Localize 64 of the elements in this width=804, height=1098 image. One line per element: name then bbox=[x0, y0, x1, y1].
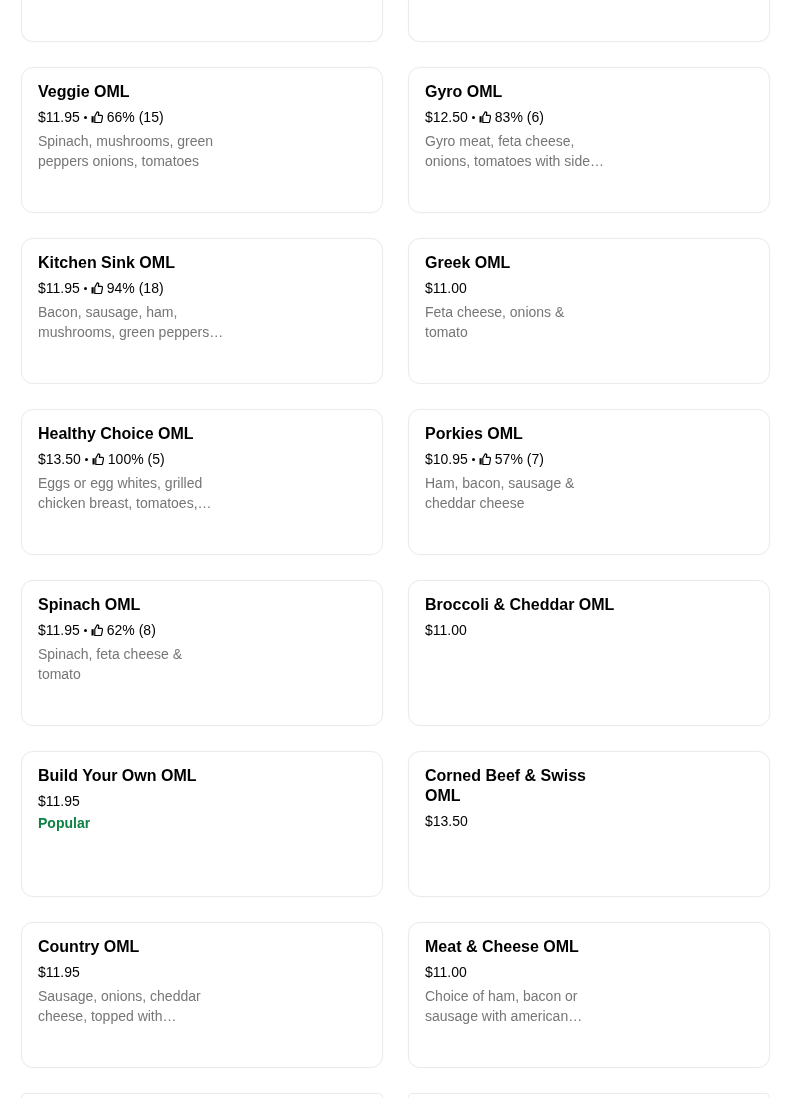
item-title: Build Your Own OML bbox=[38, 766, 198, 786]
item-price: $11.00 bbox=[425, 279, 467, 298]
thumbs-up-icon bbox=[90, 282, 103, 294]
thumbs-up-icon bbox=[91, 453, 104, 465]
item-price: $13.50 bbox=[38, 450, 81, 469]
menu-item-card[interactable]: Kitchen Sink OML $11.95 94% (18) Bacon, sausage, ham, mushrooms, green peppers… bbox=[21, 238, 383, 384]
item-price: $11.95 bbox=[38, 279, 80, 298]
item-price: $13.50 bbox=[425, 812, 468, 831]
menu-item-card[interactable]: Broccoli & Cheddar OML $11.00 bbox=[408, 580, 770, 726]
rating-text: 62% (8) bbox=[106, 621, 156, 640]
item-price: $12.50 bbox=[425, 108, 468, 127]
item-description: Ham, bacon, sausage & cheddar cheese bbox=[425, 474, 576, 513]
item-title: Veggie OML bbox=[38, 82, 131, 102]
thumbs-up-icon bbox=[478, 453, 491, 465]
separator-dot-icon bbox=[83, 115, 87, 119]
menu-item-card[interactable]: Gyro OML $12.50 83% (6) Gyro meat, feta cheese, onions, tomatoes with side… bbox=[408, 67, 770, 213]
menu-item-card[interactable]: Healthy Choice OML $13.50 100% (5) Eggs or egg whites, grilled chicken breast, tomatoes,… bbox=[21, 409, 383, 555]
item-description: Eggs or egg whites, grilled chicken breast, tomatoes,… bbox=[38, 474, 213, 513]
menu-item-card[interactable]: Porkies OML $10.95 57% (7) Ham, bacon, sausage & cheddar cheese bbox=[408, 409, 770, 555]
rating-text: 66% (15) bbox=[106, 108, 164, 127]
item-description: Gyro meat, feta cheese, onions, tomatoes with side… bbox=[425, 132, 605, 171]
menu-item-card[interactable]: Build Your Own OML $11.95 Popular bbox=[21, 751, 383, 897]
separator-dot-icon bbox=[471, 457, 475, 461]
separator-dot-icon bbox=[83, 286, 87, 290]
rating-text: 57% (7) bbox=[494, 450, 544, 469]
item-description: Spinach, mushrooms, green peppers onions, tomatoes bbox=[38, 132, 215, 171]
rating-text: 94% (18) bbox=[106, 279, 164, 298]
item-title: Porkies OML bbox=[425, 424, 524, 444]
separator-dot-icon bbox=[83, 628, 87, 632]
item-title: Gyro OML bbox=[425, 82, 504, 102]
item-title: Broccoli & Cheddar OML bbox=[425, 595, 616, 615]
thumbs-up-icon bbox=[90, 624, 103, 636]
item-price: $11.95 bbox=[38, 621, 80, 640]
item-price: $11.95 bbox=[38, 963, 80, 982]
item-description: Feta cheese, onions & tomato bbox=[425, 303, 566, 342]
item-description: Spinach, feta cheese & tomato bbox=[38, 645, 183, 684]
item-title: Corned Beef & Swiss OML bbox=[425, 766, 587, 806]
item-title: Greek OML bbox=[425, 253, 512, 273]
item-title: Healthy Choice OML bbox=[38, 424, 195, 444]
separator-dot-icon bbox=[471, 115, 475, 119]
item-title: Kitchen Sink OML bbox=[38, 253, 176, 273]
item-price: $10.95 bbox=[425, 450, 468, 469]
item-title: Meat & Cheese OML bbox=[425, 937, 580, 957]
menu-item-card[interactable]: Veggie OML $11.95 66% (15) Spinach, mushrooms, green peppers onions, tomatoes bbox=[21, 67, 383, 213]
item-price: $11.00 bbox=[425, 963, 467, 982]
item-description: Bacon, sausage, ham, mushrooms, green peppers… bbox=[38, 303, 224, 342]
menu-item-card[interactable]: Spinach OML $11.95 62% (8) Spinach, feta cheese & tomato bbox=[21, 580, 383, 726]
rating-text: 83% (6) bbox=[494, 108, 544, 127]
menu-item-card[interactable]: Corned Beef & Swiss OML $13.50 bbox=[408, 751, 770, 897]
item-description: Sausage, onions, cheddar cheese, topped with… bbox=[38, 987, 202, 1026]
thumbs-up-icon bbox=[90, 111, 103, 123]
menu-item-card[interactable]: Greek OML $11.00 Feta cheese, onions & tomato bbox=[408, 238, 770, 384]
popular-label: Popular bbox=[38, 814, 91, 833]
rating-text: 100% (5) bbox=[107, 450, 165, 469]
thumbs-up-icon bbox=[478, 111, 491, 123]
item-description: Choice of ham, bacon or sausage with american… bbox=[425, 987, 584, 1026]
item-title: Country OML bbox=[38, 937, 141, 957]
item-price: $11.95 bbox=[38, 108, 80, 127]
menu-item-card[interactable]: Country OML $11.95 Sausage, onions, cheddar cheese, topped with… bbox=[21, 922, 383, 1068]
menu-item-card[interactable]: Meat & Cheese OML $11.00 Choice of ham, bacon or sausage with american… bbox=[408, 922, 770, 1068]
separator-dot-icon bbox=[84, 457, 88, 461]
item-price: $11.95 bbox=[38, 792, 80, 811]
item-title: Spinach OML bbox=[38, 595, 142, 615]
item-price: $11.00 bbox=[425, 621, 467, 640]
